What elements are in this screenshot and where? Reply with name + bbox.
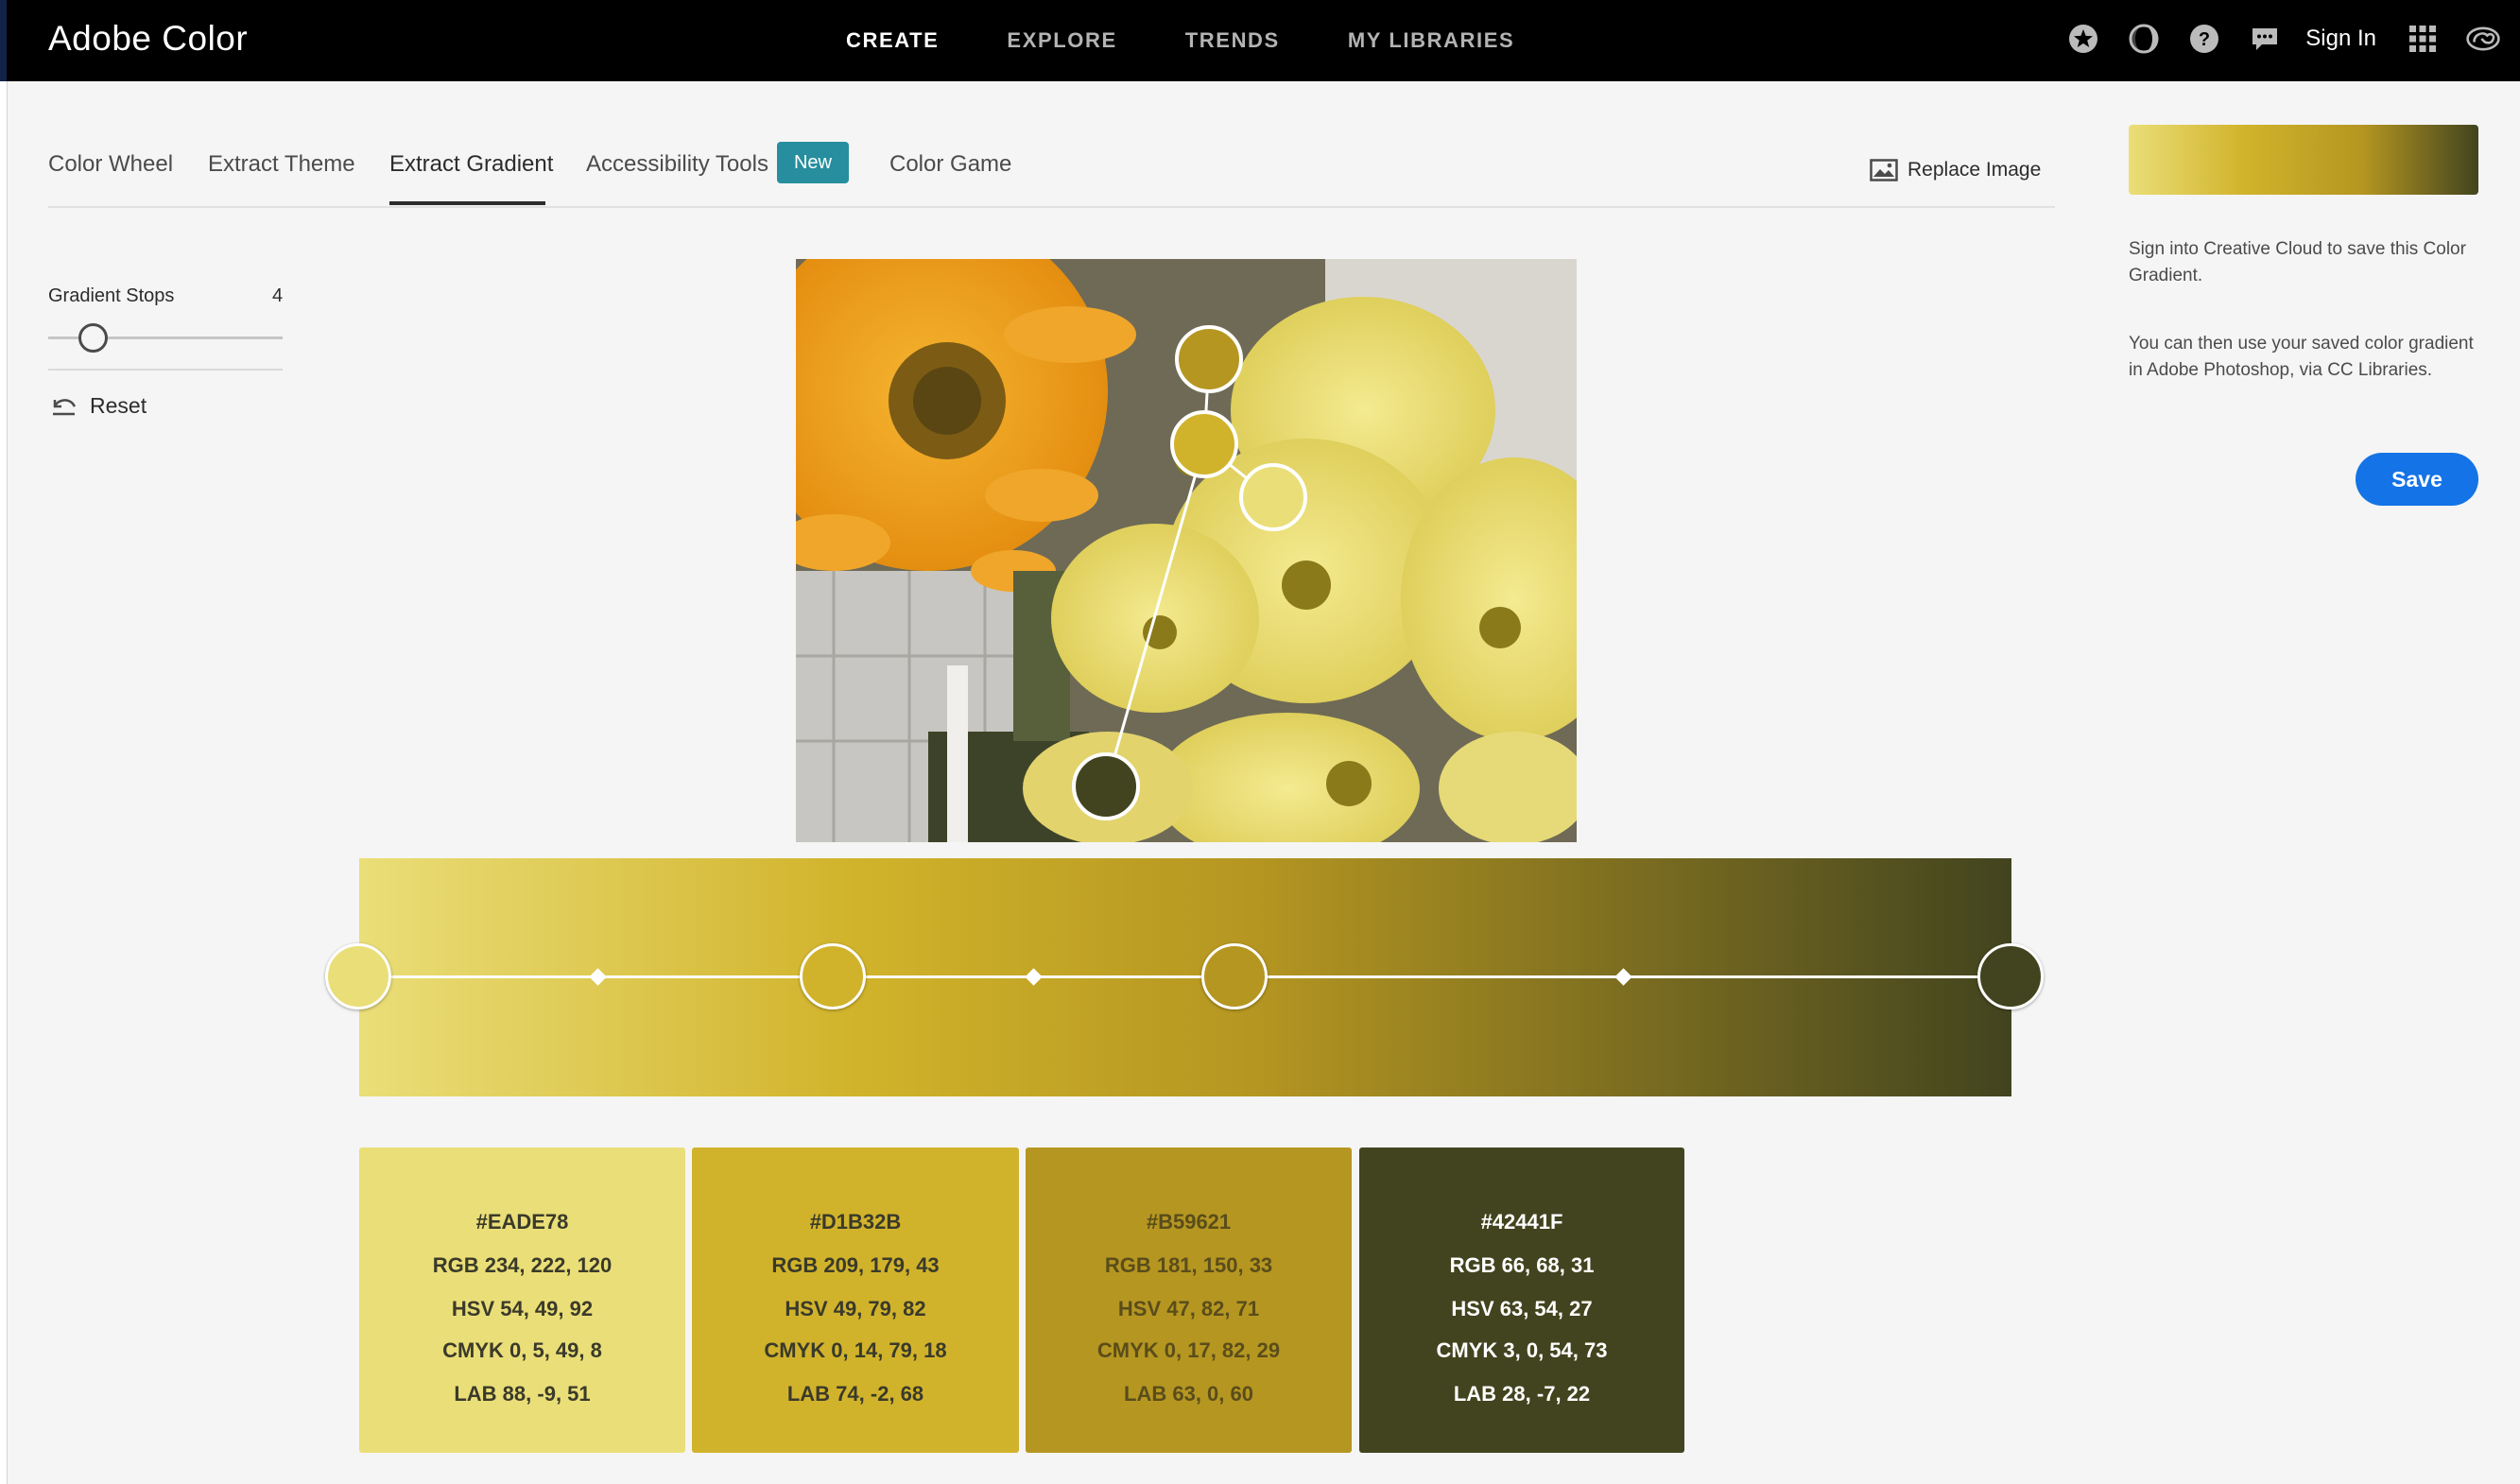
swatch-rgb: RGB 209, 179, 43	[771, 1253, 940, 1277]
gradient-midpoint-2[interactable]	[1025, 968, 1043, 986]
apps-grid-icon[interactable]	[2405, 21, 2441, 57]
swatch-hex: #D1B32B	[809, 1210, 902, 1234]
swatch-hsv: HSV 49, 79, 82	[785, 1297, 926, 1320]
swatch-hsv: HSV 47, 82, 71	[1117, 1297, 1260, 1320]
swatch-lab: LAB 63, 0, 60	[1124, 1382, 1253, 1406]
undo-icon	[53, 398, 77, 415]
gradient-preview-bar	[325, 858, 2044, 1096]
gradient-midpoint-1[interactable]	[589, 968, 607, 986]
tab-color-wheel[interactable]: Color Wheel	[48, 151, 173, 178]
gradient-stops-slider-handle[interactable]	[78, 323, 108, 353]
gradient-stop-3[interactable]	[1201, 943, 1268, 1009]
help-icon[interactable]: ?	[2186, 21, 2222, 57]
swatch-rgb: RGB 234, 222, 120	[432, 1253, 613, 1277]
replace-image-button[interactable]: Replace Image	[1870, 159, 2041, 181]
star-icon[interactable]	[2065, 21, 2101, 57]
source-image[interactable]	[796, 259, 1577, 842]
new-badge: New	[777, 142, 849, 183]
top-navigation-bar: Adobe Color CREATE EXPLORE TRENDS MY LIB…	[7, 0, 2520, 81]
gradient-stop-rail	[359, 975, 2011, 978]
gradient-stop-1[interactable]	[325, 943, 391, 1009]
swatch-cmyk: CMYK 0, 14, 79, 18	[764, 1338, 947, 1362]
gradient-thumbnail	[2129, 125, 2478, 195]
swatch-lab: LAB 88, -9, 51	[454, 1382, 591, 1406]
swatch-rgb: RGB 181, 150, 33	[1104, 1253, 1273, 1277]
swatch-card: #42441F RGB 66, 68, 31 HSV 63, 54, 27 CM…	[1359, 1148, 1684, 1453]
tab-color-game[interactable]: Color Game	[889, 151, 1011, 178]
nav-actions: ? Sign In	[2041, 21, 2501, 57]
swatch-hsv: HSV 54, 49, 92	[451, 1297, 594, 1320]
sign-in-note: Sign into Creative Cloud to save this Co…	[2129, 239, 2466, 285]
replace-image-label: Replace Image	[1907, 159, 2042, 181]
swatch-cmyk: CMYK 0, 17, 82, 29	[1096, 1338, 1281, 1362]
image-icon	[1870, 159, 1898, 181]
swatch-rgb: RGB 66, 68, 31	[1449, 1253, 1595, 1277]
swatch-lab: LAB 74, -2, 68	[786, 1382, 924, 1406]
tab-accessibility-tools[interactable]: Accessibility Tools	[586, 151, 768, 178]
reset-button[interactable]: Reset	[50, 393, 147, 419]
sign-in-link[interactable]: Sign In	[2305, 26, 2376, 52]
reset-label: Reset	[90, 393, 147, 418]
gradient-stop-4[interactable]	[1977, 943, 2044, 1009]
app-title: Adobe Color	[48, 19, 249, 58]
swatch-hsv: HSV 63, 54, 27	[1451, 1297, 1593, 1320]
color-picker-2[interactable]	[1170, 410, 1238, 478]
svg-text:?: ?	[2199, 29, 2210, 50]
previous-window-edge	[0, 0, 8, 1484]
gradient-stop-2[interactable]	[800, 943, 866, 1009]
mode-tabs: Color Wheel Extract Theme Extract Gradie…	[48, 142, 2055, 208]
tab-extract-gradient[interactable]: Extract Gradient	[389, 151, 553, 178]
creative-cloud-icon[interactable]	[2465, 21, 2501, 57]
nav-trends[interactable]: TRENDS	[1185, 28, 1280, 53]
feedback-icon[interactable]	[2247, 21, 2283, 57]
nav-explore[interactable]: EXPLORE	[1007, 28, 1116, 53]
swatch-cmyk: CMYK 0, 5, 49, 8	[442, 1338, 602, 1362]
gradient-stops-label: Gradient Stops	[48, 285, 175, 306]
swatch-hex: #EADE78	[475, 1210, 569, 1234]
color-picker-4[interactable]	[1072, 752, 1140, 820]
dark-mode-icon[interactable]	[2126, 21, 2162, 57]
libraries-note: You can then use your saved color gradie…	[2129, 334, 2474, 380]
swatch-lab: LAB 28, -7, 22	[1453, 1382, 1591, 1406]
swatch-card: #D1B32B RGB 209, 179, 43 HSV 49, 79, 82 …	[692, 1148, 1019, 1453]
gradient-stops-value: 4	[272, 285, 284, 306]
tab-extract-theme[interactable]: Extract Theme	[208, 151, 355, 178]
gradient-midpoint-3[interactable]	[1614, 968, 1632, 986]
color-picker-1[interactable]	[1175, 325, 1243, 393]
active-tab-indicator	[389, 201, 545, 205]
save-button[interactable]: Save	[2356, 453, 2478, 506]
nav-my-libraries[interactable]: MY LIBRARIES	[1348, 28, 1514, 53]
main-nav: CREATE EXPLORE TRENDS MY LIBRARIES	[846, 28, 1582, 53]
swatch-card: #B59621 RGB 181, 150, 33 HSV 47, 82, 71 …	[1026, 1148, 1352, 1453]
swatch-hex: #42441F	[1480, 1210, 1563, 1234]
divider	[48, 369, 283, 371]
swatch-hex: #B59621	[1146, 1210, 1232, 1234]
nav-create[interactable]: CREATE	[846, 28, 939, 53]
swatch-cmyk: CMYK 3, 0, 54, 73	[1436, 1338, 1608, 1362]
swatch-card: #EADE78 RGB 234, 222, 120 HSV 54, 49, 92…	[359, 1148, 685, 1453]
color-picker-3[interactable]	[1239, 463, 1307, 531]
